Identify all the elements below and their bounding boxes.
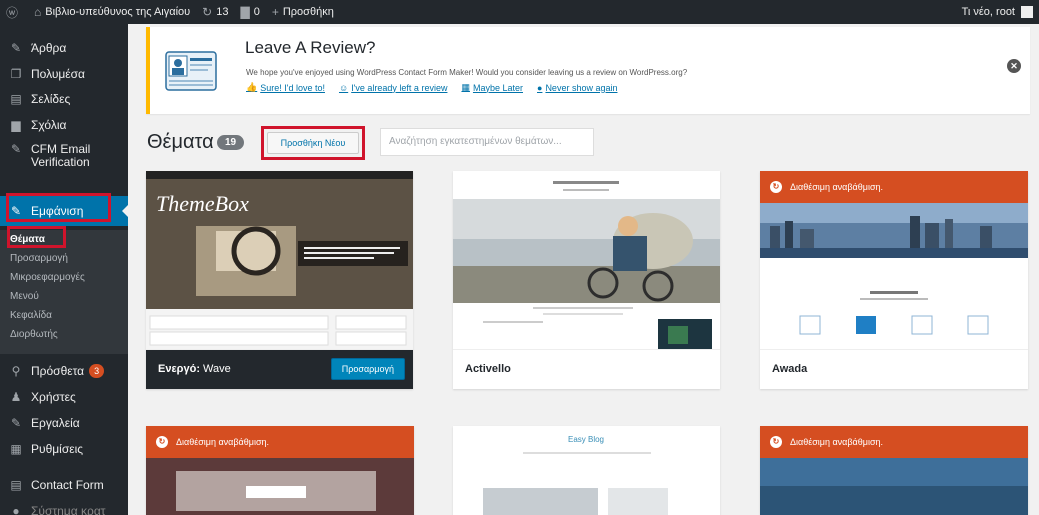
notice-title: Leave A Review? [245,38,376,57]
active-arrow [122,204,129,218]
sidebar-item-plugins[interactable]: ⚲ Πρόσθετα 3 [0,364,128,378]
comments-link[interactable]: ↻ 13 [196,0,234,24]
easy-blog-preview-title: Easy Blog [568,435,604,444]
refresh-icon: ↻ [202,5,213,19]
sidebar-item-cfm-email[interactable]: ✎ CFM Email Verification [0,143,128,169]
sidebar-item-users[interactable]: ♟ Χρήστες [0,390,128,404]
pages-icon: ▤ [10,92,22,106]
site-name-link[interactable]: ⌂ Βιβλιο-υπεύθυνος της Αιγαίου [28,0,196,24]
sidebar-item-media[interactable]: ❐ Πολυμέσα [0,67,128,81]
submenu-widgets[interactable]: Μικροεφαρμογές [10,272,85,283]
tools-icon: ✎ [10,416,22,430]
customize-button[interactable]: Προσαρμογή [330,358,405,380]
theme-card-awada[interactable]: ↻ Διαθέσιμη αναβάθμιση. Awada [760,171,1028,389]
plus-icon: + [271,5,279,19]
review-illustration-icon [165,51,217,91]
admin-bar: ⓦ ⌂ Βιβλιο-υπεύθυνος της Αιγαίου ↻ 13 ▇ 0 +… [0,0,1039,24]
smile-icon: ☺ [338,82,349,93]
form-icon: ▤ [10,478,22,492]
sidebar-item-comments[interactable]: ▆ Σχόλια [0,118,128,132]
review-notice: Leave A Review? We hope you've enjoyed u… [146,27,1030,114]
appearance-submenu: Θέματα Προσαρμογή Μικροεφαρμογές Μενού Κ… [0,230,128,354]
theme-card-easy-blog[interactable]: Easy Blog [453,426,720,515]
theme-screenshot: Easy Blog [453,426,720,515]
comments-icon: ▆ [11,118,21,132]
refresh-icon: ↻ [770,181,782,193]
thumbs-up-icon: 👍 [246,82,258,92]
theme-card-4[interactable]: ↻ Διαθέσιμη αναβάθμιση. [146,426,414,515]
sidebar-item-booking[interactable]: ● Σύστημα κρατ [0,504,128,515]
theme-name-bar: Awada [760,349,1028,389]
email-icon: ✎ [10,142,22,156]
comment-icon: ▇ [240,5,250,19]
avatar [1021,6,1033,18]
updates-link[interactable]: ▇ 0 [234,0,265,24]
sidebar-item-tools[interactable]: ✎ Εργαλεία [0,416,128,430]
notice-close-icon[interactable]: ✕ [1007,59,1021,73]
theme-count-badge: 19 [217,135,245,150]
new-content-link[interactable]: + Προσθήκη [266,0,340,24]
update-available-notice[interactable]: ↻ Διαθέσιμη αναβάθμιση. [760,426,1028,458]
settings-icon: ▦ [10,442,22,456]
review-already-link[interactable]: ☺ I've already left a review [339,82,447,93]
review-never-link[interactable]: ● Never show again [537,82,617,93]
sidebar-item-posts[interactable]: ✎ Άρθρα [0,41,128,55]
review-yes-link[interactable]: 👍 Sure! I'd love to! [246,82,325,93]
theme-screenshot [453,171,720,349]
refresh-icon: ↻ [770,436,782,448]
highlight-add-new [261,126,365,160]
update-available-notice[interactable]: ↻ Διαθέσιμη αναβάθμιση. [146,426,414,458]
refresh-icon: ↻ [156,436,168,448]
my-account-link[interactable]: Τι νέο, root [956,0,1039,24]
theme-search-input[interactable]: Αναζήτηση εγκατεστημένων θεμάτων... [380,128,594,156]
plugin-icon: ⚲ [11,364,21,378]
theme-card-6[interactable]: ↻ Διαθέσιμη αναβάθμιση. [760,426,1028,515]
plugins-update-badge: 3 [89,364,105,378]
users-icon: ♟ [10,390,22,404]
review-later-link[interactable]: ▦ Maybe Later [461,82,523,93]
theme-name-bar: Activello [453,349,720,389]
highlight-themes [7,226,66,248]
theme-screenshot: ThemeBox [146,171,413,349]
pin-icon: ✎ [10,41,22,55]
admin-sidebar: ✎ Άρθρα ❐ Πολυμέσα ▤ Σελίδες ▆ Σχόλια ✎ CFM E… [0,24,129,515]
themebox-preview-title: ThemeBox [156,191,249,216]
notice-links: 👍 Sure! I'd love to! ☺ I've already left a… [246,82,617,93]
notice-text: We hope you've enjoyed using WordPress C… [246,68,688,77]
submenu-customize[interactable]: Προσαρμογή [10,253,68,264]
highlight-appearance [6,193,111,222]
submenu-header[interactable]: Κεφαλίδα [10,310,52,321]
sidebar-item-contact-form[interactable]: ▤ Contact Form [0,478,128,492]
media-icon: ❐ [10,67,22,81]
page-title: Θέματα [147,131,214,153]
sidebar-item-settings[interactable]: ▦ Ρυθμίσεις [0,442,128,456]
submenu-menus[interactable]: Μενού [10,291,39,302]
update-available-notice[interactable]: ↻ Διαθέσιμη αναβάθμιση. [760,171,1028,203]
wordpress-logo-icon[interactable]: ⓦ [0,0,28,24]
theme-card-activello[interactable]: Activello [453,171,720,389]
dismiss-icon: ● [537,82,543,93]
theme-card-wave[interactable]: ThemeBox Ενεργό: Wave Προσαρμογή [146,171,413,389]
home-icon: ⌂ [34,5,42,19]
sidebar-item-pages[interactable]: ▤ Σελίδες [0,92,128,106]
submenu-editor[interactable]: Διορθωτής [10,329,58,340]
calendar-icon: ▦ [461,82,470,92]
circle-icon: ● [12,504,20,515]
